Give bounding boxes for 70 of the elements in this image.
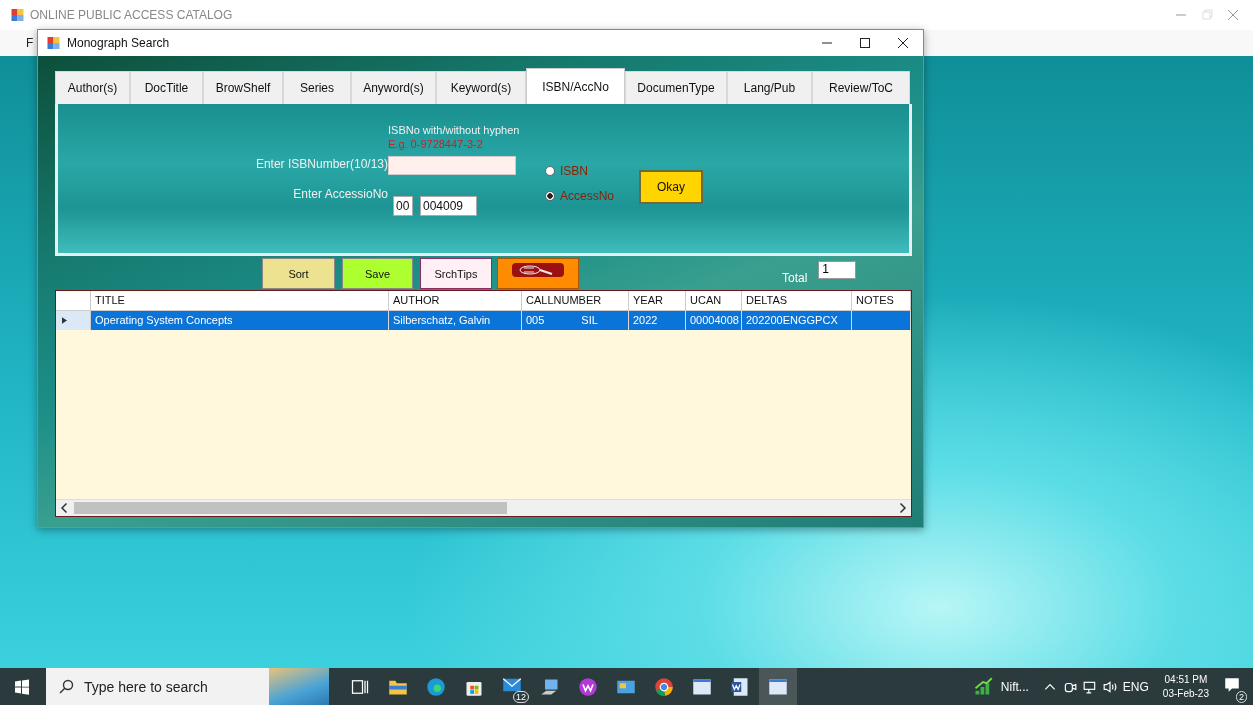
toolbar-button[interactable]: SrchTips (420, 258, 492, 289)
row-pointer-icon (62, 317, 67, 324)
menu-item[interactable]: F (26, 36, 34, 50)
radio-button[interactable] (545, 166, 555, 176)
maximize-icon[interactable] (859, 37, 871, 49)
toolbar-button[interactable]: Save (342, 258, 413, 289)
tab[interactable]: DocumenType (625, 71, 727, 104)
mail-badge: 12 (513, 690, 529, 703)
tab[interactable]: Review/ToC (812, 71, 910, 104)
table-cell: 00004008 (686, 311, 742, 330)
call-cutter-text: SIL (581, 314, 598, 328)
table-cell: 2022 (629, 311, 686, 330)
okay-button[interactable]: Okay (639, 170, 703, 204)
volume-icon[interactable] (1102, 679, 1117, 694)
document-icon[interactable] (730, 676, 750, 697)
tab[interactable]: Keyword(s) (436, 71, 526, 104)
magnifier-icon (510, 260, 566, 280)
tab[interactable]: Lang/Pub (727, 71, 812, 104)
notification-icon[interactable] (1223, 675, 1241, 694)
clock-date[interactable]: 03-Feb-23 (1162, 686, 1209, 701)
tab[interactable]: Author(s) (55, 71, 130, 104)
search-icon (58, 678, 74, 695)
hint-text: ISBNo with/without hyphen (388, 124, 521, 138)
windows-logo-icon[interactable] (14, 678, 30, 695)
table-cell: Operating System Concepts (91, 311, 389, 330)
accession-prefix-field[interactable]: 00 (393, 196, 413, 216)
taskbar-search-field[interactable]: Type here to search (46, 668, 329, 705)
notification-badge: 2 (1236, 690, 1247, 703)
column-header[interactable]: YEAR (629, 291, 686, 310)
column-header[interactable]: DELTAS (742, 291, 852, 310)
column-header[interactable]: TITLE (91, 291, 389, 310)
example-text: E.g. 0-9728447-3-2 (388, 138, 484, 152)
total-label: Total (782, 270, 808, 285)
column-header[interactable]: NOTES (852, 291, 911, 310)
table-cell: 202200ENGGPCX (742, 311, 852, 330)
tab[interactable]: ISBN/AccNo (526, 68, 625, 104)
app-window-icon (11, 9, 24, 21)
accession-number-field[interactable]: 004009 (420, 196, 477, 216)
dialog-window-icon (47, 37, 60, 49)
result-row[interactable]: Operating System Concepts Silberschatz, Galvin 005 SIL 2022 00004008 202200ENGGPCX (56, 311, 911, 330)
tab[interactable]: DocTitle (130, 71, 203, 104)
chart-icon[interactable] (972, 676, 993, 697)
isbn-label: Enter ISBNumber(10/13) (254, 157, 388, 171)
app-window-title: ONLINE PUBLIC ACCESS CATALOG (30, 8, 233, 22)
language-indicator[interactable]: ENG (1122, 679, 1149, 694)
widget-label[interactable]: Nift... (1000, 679, 1029, 694)
close-icon[interactable] (897, 37, 909, 49)
column-header[interactable]: CALLNUMBER (522, 291, 629, 310)
radio-button[interactable] (545, 191, 555, 201)
app-circle-icon[interactable] (578, 676, 598, 697)
browser-icon[interactable] (426, 676, 446, 697)
search-image-button[interactable] (497, 258, 579, 289)
tab[interactable]: Series (283, 71, 351, 104)
tab[interactable]: BrowShelf (203, 71, 283, 104)
photo-placeholder (269, 668, 329, 705)
dialog-title: Monograph Search (67, 36, 170, 50)
call-class-text: 005 (526, 314, 545, 328)
network-icon[interactable] (1082, 679, 1097, 694)
toolbar-button[interactable]: Sort (262, 258, 335, 289)
clock-time[interactable]: 04:51 PM (1164, 672, 1208, 687)
column-header[interactable]: AUTHOR (389, 291, 522, 310)
accession-label: Enter AccessioNo (292, 187, 388, 201)
isbn-input-field[interactable] (388, 156, 516, 175)
chrome-icon[interactable] (654, 676, 674, 697)
table-cell: Silberschatz, Galvin (389, 311, 522, 330)
scroll-thumb[interactable] (74, 502, 507, 514)
column-header[interactable]: UCAN (686, 291, 742, 310)
horizontal-scrollbar[interactable] (56, 499, 911, 516)
tab[interactable]: Anyword(s) (351, 71, 436, 104)
total-count-field: 1 (818, 260, 857, 279)
